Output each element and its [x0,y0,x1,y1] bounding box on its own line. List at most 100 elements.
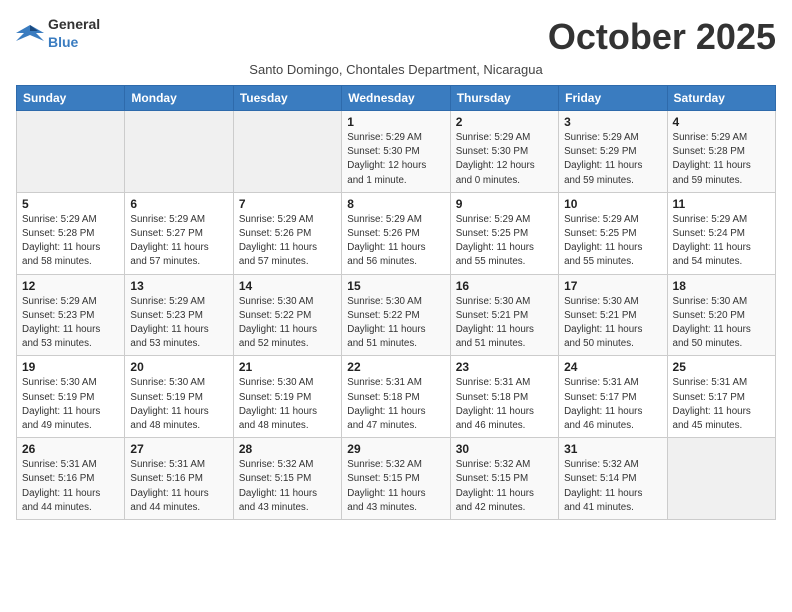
day-number: 18 [673,279,770,293]
day-number: 21 [239,360,336,374]
day-info: Sunrise: 5:32 AM Sunset: 5:14 PM Dayligh… [564,458,661,515]
calendar-cell: 31 Sunrise: 5:32 AM Sunset: 5:14 PM Dayli… [559,438,667,520]
calendar-cell: 2 Sunrise: 5:29 AM Sunset: 5:30 PM Daylig… [450,111,558,193]
day-info: Sunrise: 5:30 AM Sunset: 5:19 PM Dayligh… [130,376,227,433]
day-number: 25 [673,360,770,374]
day-info: Sunrise: 5:32 AM Sunset: 5:15 PM Dayligh… [347,458,444,515]
day-number: 1 [347,115,444,129]
day-info: Sunrise: 5:29 AM Sunset: 5:24 PM Dayligh… [673,213,770,270]
calendar-cell: 17Sunrise: 5:30 AM Sunset: 5:21 PM Dayli… [559,274,667,356]
day-info: Sunrise: 5:31 AM Sunset: 5:16 PM Dayligh… [130,458,227,515]
day-number: 28 [239,442,336,456]
calendar-cell: 23Sunrise: 5:31 AM Sunset: 5:18 PM Dayli… [450,356,558,438]
day-number: 15 [347,279,444,293]
day-info: Sunrise: 5:31 AM Sunset: 5:18 PM Dayligh… [456,376,553,433]
calendar-cell: 7 Sunrise: 5:29 AM Sunset: 5:26 PM Daylig… [233,192,341,274]
day-number: 8 [347,197,444,211]
calendar-cell: 19Sunrise: 5:30 AM Sunset: 5:19 PM Dayli… [17,356,125,438]
day-number: 7 [239,197,336,211]
day-number: 4 [673,115,770,129]
day-info: Sunrise: 5:29 AM Sunset: 5:28 PM Dayligh… [22,213,119,270]
day-number: 31 [564,442,661,456]
day-info: Sunrise: 5:29 AM Sunset: 5:23 PM Dayligh… [130,295,227,352]
day-info: Sunrise: 5:29 AM Sunset: 5:23 PM Dayligh… [22,295,119,352]
calendar-cell: 25 Sunrise: 5:31 AM Sunset: 5:17 PM Dayli… [667,356,775,438]
calendar-cell [17,111,125,193]
day-info: Sunrise: 5:32 AM Sunset: 5:15 PM Dayligh… [239,458,336,515]
day-info: Sunrise: 5:29 AM Sunset: 5:27 PM Dayligh… [130,213,227,270]
day-info: Sunrise: 5:29 AM Sunset: 5:25 PM Dayligh… [456,213,553,270]
day-info: Sunrise: 5:29 AM Sunset: 5:30 PM Dayligh… [456,131,553,188]
calendar-cell: 24 Sunrise: 5:31 AM Sunset: 5:17 PM Dayli… [559,356,667,438]
calendar-cell: 26 Sunrise: 5:31 AM Sunset: 5:16 PM Dayli… [17,438,125,520]
day-info: Sunrise: 5:30 AM Sunset: 5:19 PM Dayligh… [22,376,119,433]
day-of-week-header: Tuesday [233,86,341,111]
day-info: Sunrise: 5:30 AM Sunset: 5:20 PM Dayligh… [673,295,770,352]
day-info: Sunrise: 5:29 AM Sunset: 5:26 PM Dayligh… [347,213,444,270]
month-title: October 2025 [548,16,776,58]
day-number: 24 [564,360,661,374]
calendar-cell: 6 Sunrise: 5:29 AM Sunset: 5:27 PM Daylig… [125,192,233,274]
calendar-cell: 1 Sunrise: 5:29 AM Sunset: 5:30 PM Daylig… [342,111,450,193]
day-of-week-header: Sunday [17,86,125,111]
calendar-cell: 30 Sunrise: 5:32 AM Sunset: 5:15 PM Dayli… [450,438,558,520]
day-number: 11 [673,197,770,211]
day-number: 9 [456,197,553,211]
calendar-cell: 3Sunrise: 5:29 AM Sunset: 5:29 PM Daylig… [559,111,667,193]
logo-blue-text: Blue [48,34,78,50]
calendar-cell [667,438,775,520]
day-number: 22 [347,360,444,374]
day-number: 20 [130,360,227,374]
day-info: Sunrise: 5:29 AM Sunset: 5:30 PM Dayligh… [347,131,444,188]
day-info: Sunrise: 5:29 AM Sunset: 5:29 PM Dayligh… [564,131,661,188]
day-info: Sunrise: 5:31 AM Sunset: 5:17 PM Dayligh… [564,376,661,433]
calendar-cell: 11 Sunrise: 5:29 AM Sunset: 5:24 PM Dayli… [667,192,775,274]
calendar-cell: 28 Sunrise: 5:32 AM Sunset: 5:15 PM Dayli… [233,438,341,520]
calendar-cell: 21 Sunrise: 5:30 AM Sunset: 5:19 PM Dayli… [233,356,341,438]
day-info: Sunrise: 5:30 AM Sunset: 5:22 PM Dayligh… [239,295,336,352]
day-number: 30 [456,442,553,456]
day-number: 12 [22,279,119,293]
logo-general-text: General [48,16,100,32]
calendar-cell: 10 Sunrise: 5:29 AM Sunset: 5:25 PM Dayli… [559,192,667,274]
day-info: Sunrise: 5:31 AM Sunset: 5:17 PM Dayligh… [673,376,770,433]
day-of-week-header: Wednesday [342,86,450,111]
day-number: 5 [22,197,119,211]
calendar-cell: 16 Sunrise: 5:30 AM Sunset: 5:21 PM Dayli… [450,274,558,356]
calendar-cell: 18 Sunrise: 5:30 AM Sunset: 5:20 PM Dayli… [667,274,775,356]
subtitle: Santo Domingo, Chontales Department, Nic… [16,62,776,77]
day-number: 26 [22,442,119,456]
day-info: Sunrise: 5:30 AM Sunset: 5:21 PM Dayligh… [564,295,661,352]
calendar-cell [233,111,341,193]
day-info: Sunrise: 5:30 AM Sunset: 5:19 PM Dayligh… [239,376,336,433]
day-number: 2 [456,115,553,129]
calendar-cell: 5 Sunrise: 5:29 AM Sunset: 5:28 PM Daylig… [17,192,125,274]
day-of-week-header: Monday [125,86,233,111]
calendar-cell: 12 Sunrise: 5:29 AM Sunset: 5:23 PM Dayli… [17,274,125,356]
day-info: Sunrise: 5:32 AM Sunset: 5:15 PM Dayligh… [456,458,553,515]
calendar-cell: 4 Sunrise: 5:29 AM Sunset: 5:28 PM Daylig… [667,111,775,193]
page-header: General Blue October 2025 [16,16,776,58]
day-info: Sunrise: 5:29 AM Sunset: 5:25 PM Dayligh… [564,213,661,270]
calendar-cell: 15 Sunrise: 5:30 AM Sunset: 5:22 PM Dayli… [342,274,450,356]
day-info: Sunrise: 5:29 AM Sunset: 5:28 PM Dayligh… [673,131,770,188]
day-info: Sunrise: 5:30 AM Sunset: 5:22 PM Dayligh… [347,295,444,352]
day-number: 14 [239,279,336,293]
calendar-cell: 14 Sunrise: 5:30 AM Sunset: 5:22 PM Dayli… [233,274,341,356]
calendar-cell: 13Sunrise: 5:29 AM Sunset: 5:23 PM Dayli… [125,274,233,356]
day-of-week-header: Saturday [667,86,775,111]
calendar-table: SundayMondayTuesdayWednesdayThursdayFrid… [16,85,776,520]
day-of-week-header: Thursday [450,86,558,111]
day-info: Sunrise: 5:31 AM Sunset: 5:18 PM Dayligh… [347,376,444,433]
logo: General Blue [16,16,100,52]
day-number: 29 [347,442,444,456]
day-info: Sunrise: 5:30 AM Sunset: 5:21 PM Dayligh… [456,295,553,352]
logo-icon [16,23,44,45]
day-number: 10 [564,197,661,211]
day-info: Sunrise: 5:29 AM Sunset: 5:26 PM Dayligh… [239,213,336,270]
day-number: 6 [130,197,227,211]
day-info: Sunrise: 5:31 AM Sunset: 5:16 PM Dayligh… [22,458,119,515]
day-number: 16 [456,279,553,293]
calendar-cell: 9 Sunrise: 5:29 AM Sunset: 5:25 PM Daylig… [450,192,558,274]
day-of-week-header: Friday [559,86,667,111]
